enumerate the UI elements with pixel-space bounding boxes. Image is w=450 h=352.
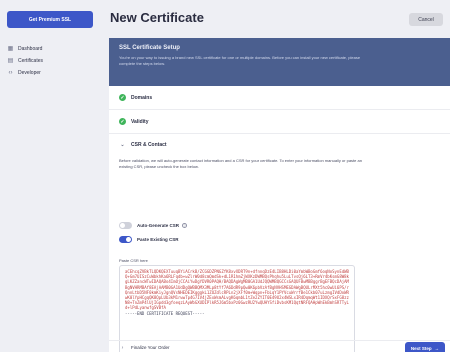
csr-info-text: Before validation, we will auto-generate… — [119, 158, 362, 169]
grid-icon: ▦ — [7, 46, 14, 52]
paste-existing-csr-toggle[interactable] — [119, 236, 132, 243]
banner-title: SSL Certificate Setup — [119, 45, 180, 51]
main-panel: SSL Certificate Setup You're on your way… — [109, 38, 450, 352]
chevron-down-icon: ⌄ — [120, 142, 125, 148]
csr-text: aCEhcqZVBkTLQDKQEXTuuqBYiACrkB/ZCGGDZPNG… — [125, 269, 349, 311]
get-premium-ssl-button[interactable]: Get Premium SSL — [7, 11, 93, 28]
sidebar-item-label: Dashboard — [18, 45, 43, 52]
csr-end-marker: -----END CERTIFICATE REQUEST----- — [125, 310, 205, 316]
step-csr-contact[interactable]: ⌄ CSR & Contact — [109, 138, 450, 152]
csr-contact-panel: ⌄ CSR & Contact Before validation, we wi… — [109, 138, 450, 352]
csr-field-label: Paste CSR here — [119, 258, 148, 263]
paste-existing-csr-row: Paste Existing CSR — [119, 236, 179, 243]
banner-text: You're on your way to issuing a brand ne… — [119, 55, 361, 66]
paste-existing-csr-label: Paste Existing CSR — [137, 237, 179, 242]
sidebar-item-certificates[interactable]: ▤ Certificates — [6, 56, 96, 65]
step-validity[interactable]: ✓ Validity — [109, 110, 450, 134]
check-circle-icon: ✓ — [119, 118, 126, 125]
page-title: New Certificate — [110, 10, 204, 25]
step-label: Validity — [131, 118, 149, 125]
sidebar: Get Premium SSL ▦ Dashboard ▤ Certificat… — [0, 0, 100, 352]
auto-generate-csr-row: Auto-Generate CSR ? — [119, 222, 188, 229]
sidebar-nav: ▦ Dashboard ▤ Certificates ‹› Developer — [6, 44, 96, 80]
help-icon[interactable]: ? — [182, 223, 188, 228]
step-label: Finalize Your Order — [131, 345, 170, 350]
cancel-button[interactable]: Cancel — [409, 13, 443, 26]
auto-generate-csr-toggle[interactable] — [119, 222, 132, 229]
step-finalize-order[interactable]: › Finalize Your Order — [109, 340, 450, 352]
sidebar-item-label: Certificates — [18, 57, 44, 64]
check-circle-icon: ✓ — [119, 94, 126, 101]
sidebar-item-label: Developer — [18, 69, 41, 76]
csr-textarea[interactable]: aCEhcqZVBkTLQDKQEXTuuqBYiACrkB/ZCGGDZPNG… — [119, 265, 355, 352]
auto-generate-csr-label: Auto-Generate CSR — [137, 223, 180, 228]
sidebar-item-developer[interactable]: ‹› Developer — [6, 68, 96, 77]
setup-banner: SSL Certificate Setup You're on your way… — [109, 38, 450, 86]
toggle-knob — [120, 223, 125, 228]
toggle-knob — [126, 237, 131, 242]
step-label: CSR & Contact — [131, 142, 167, 148]
code-icon: ‹› — [8, 69, 13, 76]
sidebar-item-dashboard[interactable]: ▦ Dashboard — [6, 44, 96, 53]
page-header: New Certificate Cancel — [100, 0, 450, 38]
step-label: Domains — [131, 94, 153, 101]
certificate-icon: ▤ — [7, 58, 14, 64]
step-domains[interactable]: ✓ Domains — [109, 86, 450, 110]
chevron-right-icon: › — [121, 344, 124, 351]
